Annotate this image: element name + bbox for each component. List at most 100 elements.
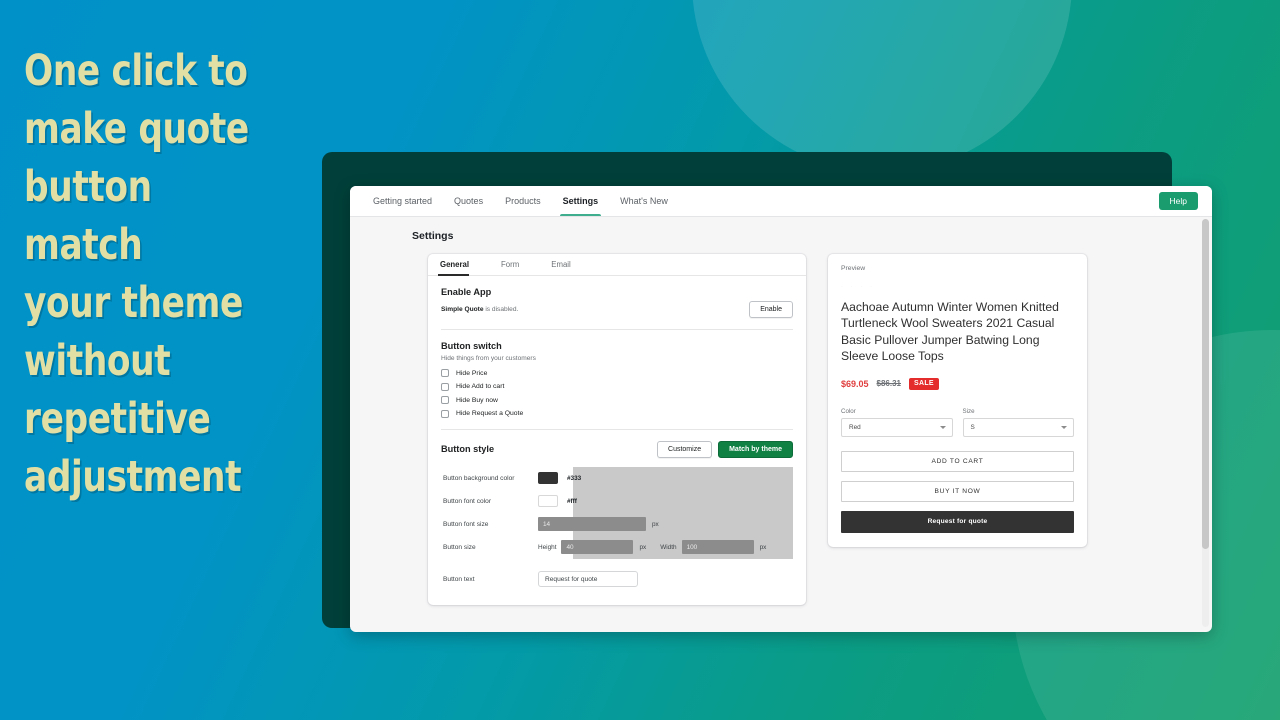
checkbox-hide-price[interactable]: Hide Price [441,369,793,377]
variant-label: Color [841,407,856,415]
content-area: Settings General Form Email Enable App S… [350,217,1212,632]
card-tab-general[interactable]: General [438,254,477,276]
nav-tab-label: Getting started [373,196,433,206]
button-switch-title: Button switch [441,341,502,351]
checkbox-label: Hide Price [456,369,488,377]
settings-card-tabs: General Form Email [428,254,806,276]
checkbox-icon[interactable] [441,396,449,404]
checkbox-label: Hide Request a Quote [456,410,524,417]
color-swatch-background[interactable] [538,472,558,484]
nav-tab-label: What's New [620,196,668,206]
checkbox-icon[interactable] [441,382,449,391]
style-row-background-color: Button background color #333 [441,467,793,490]
style-row-button-size: Button size Height px Width px [441,536,793,559]
button-style-header: Button style Customize Match by theme [441,440,793,458]
buy-it-now-button[interactable]: BUY IT NOW [841,480,1074,502]
enable-app-status-text: is disabled. [483,306,519,313]
match-by-theme-button[interactable]: Match by theme [718,440,793,458]
nav-tab-label: Quotes [454,196,484,206]
style-label: Button size [443,543,476,551]
font-size-unit: px [652,520,659,528]
enable-app-section: Enable App Simple Quote is disabled. Ena… [428,276,806,330]
color-swatch-font[interactable] [538,495,558,507]
checkbox-icon[interactable] [441,369,449,377]
window-scrollbar-thumb[interactable] [1202,219,1209,549]
button-style-section: Button style Customize Match by theme Bu… [428,430,806,591]
style-label: Button text [443,575,475,583]
enable-app-name: Simple Quote [441,306,484,313]
variant-selectors: Color Red Size S [841,408,1074,437]
preview-card: Preview · · · · Aachoae Autumn Winter Wo… [828,254,1087,547]
checkbox-hide-buy-now[interactable]: Hide Buy now [441,396,793,404]
style-field: #333 [538,472,793,484]
top-navigation-bar: Getting started Quotes Products Settings… [350,186,1212,217]
variant-size: Size S [962,407,1074,437]
preview-label: Preview [841,265,866,272]
checkbox-hide-request-a-quote[interactable]: Hide Request a Quote [441,409,793,418]
nav-tab-settings[interactable]: Settings [552,186,610,216]
variant-color: Color Red [841,408,953,437]
decorative-circle-top [692,0,1072,172]
color-value-font: #fff [567,497,577,505]
nav-tab-label: Settings [562,196,599,206]
style-field [538,571,793,587]
color-select-value: Red [849,423,861,431]
style-field: #fff [538,495,793,507]
add-to-cart-button[interactable]: ADD TO CART [841,450,1074,472]
card-tab-label: Email [551,260,571,269]
checkbox-icon[interactable] [441,409,449,418]
card-tab-email[interactable]: Email [549,254,579,275]
product-title: Aachoae Autumn Winter Women Knitted Turt… [841,300,1059,364]
button-style-title: Button style [441,444,495,454]
checkbox-hide-add-to-cart[interactable]: Hide Add to cart [441,382,793,391]
button-style-fields: Button background color #333 Button font… [441,466,793,559]
hide-options-list: Hide Price Hide Add to cart Hide Buy now [441,369,793,418]
size-select-value: S [970,423,975,431]
nav-tab-label: Products [505,196,541,206]
style-label: Button font size [443,520,489,528]
nav-tab-whats-new[interactable]: What's New [609,186,679,216]
marketing-headline: One click to make quote button match you… [24,46,249,502]
button-width-input[interactable] [681,540,754,554]
size-select[interactable]: S [962,417,1074,437]
button-style-actions: Customize Match by theme [657,440,793,458]
style-label: Button background color [443,474,515,482]
height-unit: px [639,543,647,551]
card-tab-label: General [440,260,470,269]
help-button[interactable]: Help [1158,192,1198,210]
width-unit: px [759,543,767,551]
settings-columns: General Form Email Enable App Simple Quo… [428,254,1196,605]
window-scrollbar-track[interactable] [1202,219,1209,627]
enable-app-title: Enable App [441,287,492,297]
chevron-down-icon [1061,425,1067,429]
nav-tab-products[interactable]: Products [494,186,552,216]
style-label: Button font color [443,497,492,505]
button-height-input[interactable] [561,540,634,554]
button-switch-section: Button switch Hide things from your cust… [428,330,806,430]
style-row-button-text: Button text [441,568,793,591]
color-select[interactable]: Red [841,417,953,437]
customize-button[interactable]: Customize [657,440,713,458]
variant-label: Size [962,407,975,415]
page-title: Settings [412,230,454,242]
color-value-background: #333 [567,474,582,482]
style-field: Height px Width px [538,540,793,554]
button-text-input[interactable] [538,571,638,587]
card-tab-form[interactable]: Form [499,254,527,275]
enable-button[interactable]: Enable [749,301,793,318]
price-sale: $69.05 [841,378,869,389]
style-field: px [538,517,793,531]
enable-app-row: Simple Quote is disabled. Enable [441,301,793,318]
font-size-input[interactable] [538,517,646,531]
chevron-down-icon [939,425,946,429]
card-tab-label: Form [501,260,520,269]
style-row-font-color: Button font color #fff [441,490,793,513]
price-row: $69.05 $86.31 SALE [841,377,1074,390]
preview-meta-line: · · · · [841,284,875,290]
height-label: Height [538,543,557,551]
nav-tab-getting-started[interactable]: Getting started [362,186,443,216]
button-switch-subtitle: Hide things from your customers [441,355,536,362]
request-for-quote-button[interactable]: Request for quote [841,510,1074,533]
price-compare-at: $86.31 [876,379,901,389]
nav-tab-quotes[interactable]: Quotes [443,186,494,216]
